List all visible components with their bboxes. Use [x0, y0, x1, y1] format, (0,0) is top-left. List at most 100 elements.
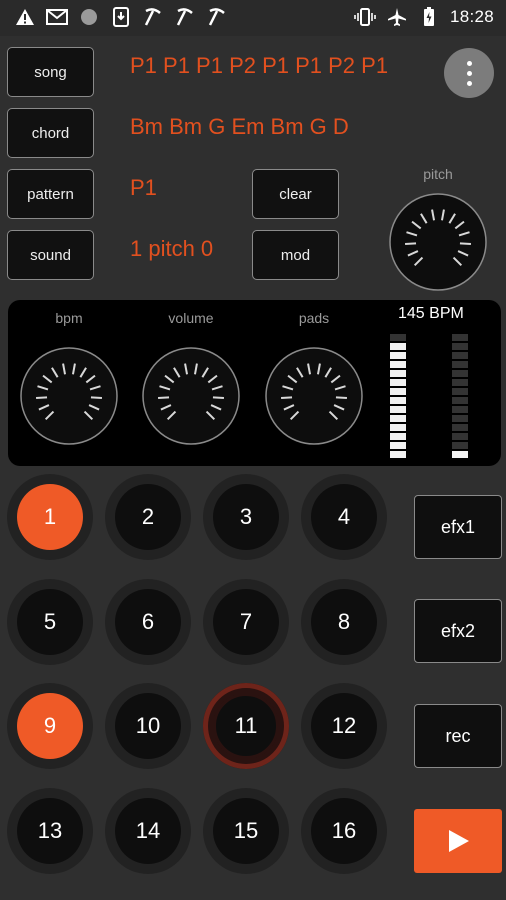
meter-segment: [390, 388, 406, 395]
meter-segment: [452, 388, 468, 395]
gmail-icon: [46, 6, 68, 28]
pads-knob[interactable]: [262, 344, 366, 448]
meter-segment: [452, 442, 468, 449]
meter-segment: [452, 343, 468, 350]
pickaxe-icon: [142, 6, 164, 28]
knob-body: [20, 347, 118, 445]
knob-tick: [459, 242, 472, 245]
efx2-button[interactable]: efx2: [414, 599, 502, 663]
pad-7[interactable]: 7: [203, 579, 289, 665]
knob-body: [389, 193, 487, 291]
knob-body: [142, 347, 240, 445]
pad-label: 3: [213, 484, 279, 550]
pad-label: 11: [213, 693, 279, 759]
meter-segment: [452, 352, 468, 359]
knob-tick: [157, 396, 170, 399]
pad-label: 13: [17, 798, 83, 864]
meter-segment: [390, 406, 406, 413]
chord-button[interactable]: chord: [7, 108, 94, 158]
pad-label: 2: [115, 484, 181, 550]
meter-segment: [452, 370, 468, 377]
pad-label: 14: [115, 798, 181, 864]
meter-segment: [390, 334, 406, 341]
download-box-icon: [110, 6, 132, 28]
system-icons: 18:28: [354, 6, 494, 28]
pad-label: 10: [115, 693, 181, 759]
pad-label: 4: [311, 484, 377, 550]
meter-segment: [452, 415, 468, 422]
bpm-knob[interactable]: [17, 344, 121, 448]
knob-tick: [280, 396, 293, 399]
chord-sequence-text: Bm Bm G Em Bm G D: [130, 114, 349, 139]
warning-icon: [14, 6, 36, 28]
pads-label: pads: [298, 310, 330, 326]
meter-segment: [452, 397, 468, 404]
efx1-button[interactable]: efx1: [414, 495, 502, 559]
pad-label: 5: [17, 589, 83, 655]
pattern-value-text: P1: [130, 175, 157, 200]
meter-segment: [452, 433, 468, 440]
knob-tick: [35, 396, 48, 399]
meter-segment: [390, 397, 406, 404]
pattern-button[interactable]: pattern: [7, 169, 94, 219]
meter-segment: [390, 442, 406, 449]
pad-6[interactable]: 6: [105, 579, 191, 665]
pitch-label: pitch: [423, 166, 453, 182]
pad-label: 16: [311, 798, 377, 864]
knob-tick: [90, 396, 103, 399]
meter-segment: [452, 334, 468, 341]
sound-button[interactable]: sound: [7, 230, 94, 280]
meter-segment: [390, 433, 406, 440]
meter-segment: [452, 379, 468, 386]
level-meters: [390, 334, 468, 458]
pad-4[interactable]: 4: [301, 474, 387, 560]
play-icon: [449, 830, 469, 852]
pad-16[interactable]: 16: [301, 788, 387, 874]
overflow-menu-button[interactable]: [444, 48, 494, 98]
pad-15[interactable]: 15: [203, 788, 289, 874]
notification-icons: [14, 6, 228, 28]
more-vert-icon: [466, 60, 472, 86]
pad-3[interactable]: 3: [203, 474, 289, 560]
rec-button[interactable]: rec: [414, 704, 502, 768]
knob-tick: [212, 396, 225, 399]
pitch-knob[interactable]: [386, 190, 490, 294]
pad-label: 8: [311, 589, 377, 655]
pad-14[interactable]: 14: [105, 788, 191, 874]
knob-tick: [404, 242, 417, 245]
pad-2[interactable]: 2: [105, 474, 191, 560]
meter-segment: [452, 451, 468, 458]
pad-label: 1: [17, 484, 83, 550]
clear-button[interactable]: clear: [252, 169, 339, 219]
status-time: 18:28: [449, 7, 494, 26]
song-button[interactable]: song: [7, 47, 94, 97]
pad-label: 15: [213, 798, 279, 864]
pad-8[interactable]: 8: [301, 579, 387, 665]
pad-11[interactable]: 11: [203, 683, 289, 769]
pad-9[interactable]: 9: [7, 683, 93, 769]
vibrate-icon: [354, 6, 376, 28]
airplane-icon: [386, 6, 408, 28]
pad-1[interactable]: 1: [7, 474, 93, 560]
pickaxe-icon: [174, 6, 196, 28]
volume-label: volume: [168, 310, 214, 326]
pad-13[interactable]: 13: [7, 788, 93, 874]
meter-segment: [390, 370, 406, 377]
song-sequence-text: P1 P1 P1 P2 P1 P1 P2 P1: [130, 53, 389, 78]
pad-5[interactable]: 5: [7, 579, 93, 665]
pad-label: 12: [311, 693, 377, 759]
mod-button[interactable]: mod: [252, 230, 339, 280]
pad-label: 7: [213, 589, 279, 655]
meter-segment: [452, 361, 468, 368]
knob-tick: [335, 396, 348, 399]
pad-10[interactable]: 10: [105, 683, 191, 769]
sound-value-text: 1 pitch 0: [130, 236, 214, 261]
meter-segment: [390, 424, 406, 431]
pad-12[interactable]: 12: [301, 683, 387, 769]
meter-segment: [390, 343, 406, 350]
meter-segment: [390, 379, 406, 386]
meter-segment: [390, 451, 406, 458]
meter-segment: [452, 406, 468, 413]
play-button[interactable]: [414, 809, 502, 873]
volume-knob[interactable]: [139, 344, 243, 448]
